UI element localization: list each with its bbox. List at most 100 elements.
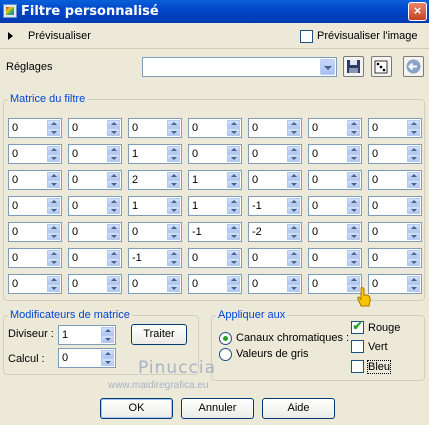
- matrix-cell-spinner[interactable]: 1: [188, 170, 242, 190]
- matrix-cell-spinner[interactable]: 0: [188, 274, 242, 294]
- matrix-cell-spinner[interactable]: 0: [308, 274, 362, 294]
- spin-up-icon[interactable]: [347, 198, 360, 206]
- matrix-cell-spinner[interactable]: 1: [188, 196, 242, 216]
- spin-up-icon[interactable]: [227, 198, 240, 206]
- spin-up-icon[interactable]: [287, 224, 300, 232]
- matrix-cell-spinner[interactable]: 0: [368, 118, 422, 138]
- matrix-cell-spinner[interactable]: 0: [8, 196, 62, 216]
- spin-down-icon[interactable]: [167, 206, 180, 214]
- spin-up-icon[interactable]: [407, 198, 420, 206]
- spin-down-icon[interactable]: [167, 284, 180, 292]
- spin-down-icon[interactable]: [407, 180, 420, 188]
- spin-down-icon[interactable]: [107, 284, 120, 292]
- matrix-cell-spinner[interactable]: 0: [8, 118, 62, 138]
- matrix-cell-spinner[interactable]: 0: [368, 144, 422, 164]
- spin-down-icon[interactable]: [227, 154, 240, 162]
- spin-up-icon[interactable]: [407, 276, 420, 284]
- spin-down-icon[interactable]: [347, 180, 360, 188]
- spin-up-icon[interactable]: [287, 172, 300, 180]
- presets-combo[interactable]: [142, 57, 337, 77]
- spin-up-icon[interactable]: [347, 276, 360, 284]
- matrix-cell-spinner[interactable]: 0: [248, 248, 302, 268]
- spin-up-icon[interactable]: [227, 146, 240, 154]
- spin-down-icon[interactable]: [167, 232, 180, 240]
- spin-down-icon[interactable]: [287, 206, 300, 214]
- spin-down-icon[interactable]: [407, 232, 420, 240]
- spin-down-icon[interactable]: [227, 128, 240, 136]
- spin-up-icon[interactable]: [227, 172, 240, 180]
- spin-up-icon[interactable]: [167, 146, 180, 154]
- presets-dropdown-button[interactable]: [320, 59, 335, 75]
- spin-down-icon[interactable]: [47, 284, 60, 292]
- spin-up-icon[interactable]: [347, 224, 360, 232]
- spin-down-icon[interactable]: [227, 180, 240, 188]
- matrix-cell-spinner[interactable]: 0: [68, 222, 122, 242]
- matrix-cell-spinner[interactable]: 0: [188, 144, 242, 164]
- spin-down-icon[interactable]: [287, 284, 300, 292]
- matrix-cell-spinner[interactable]: 0: [68, 196, 122, 216]
- spin-down-icon[interactable]: [347, 206, 360, 214]
- spin-up-icon[interactable]: [287, 250, 300, 258]
- spin-up-icon[interactable]: [227, 250, 240, 258]
- matrix-cell-spinner[interactable]: 0: [8, 170, 62, 190]
- spin-down-icon[interactable]: [167, 128, 180, 136]
- matrix-cell-spinner[interactable]: 0: [68, 248, 122, 268]
- matrix-cell-spinner[interactable]: 0: [248, 274, 302, 294]
- spin-up-icon[interactable]: [347, 250, 360, 258]
- spin-up-icon[interactable]: [47, 250, 60, 258]
- spin-up-icon[interactable]: [167, 198, 180, 206]
- matrix-cell-spinner[interactable]: 0: [308, 196, 362, 216]
- spin-down-icon[interactable]: [287, 154, 300, 162]
- spin-down-icon[interactable]: [107, 206, 120, 214]
- spin-down-icon[interactable]: [347, 128, 360, 136]
- spin-up-icon[interactable]: [47, 172, 60, 180]
- channels-label[interactable]: Canaux chromatiques :: [236, 332, 349, 344]
- matrix-cell-spinner[interactable]: 0: [308, 170, 362, 190]
- spin-down-icon[interactable]: [107, 180, 120, 188]
- spin-down-icon[interactable]: [47, 232, 60, 240]
- matrix-cell-spinner[interactable]: 1: [128, 196, 182, 216]
- spin-up-icon[interactable]: [47, 224, 60, 232]
- spin-up-icon[interactable]: [347, 120, 360, 128]
- spin-up-icon[interactable]: [167, 276, 180, 284]
- matrix-cell-spinner[interactable]: 0: [308, 118, 362, 138]
- green-checkbox[interactable]: [351, 340, 364, 353]
- spin-up-icon[interactable]: [101, 327, 114, 335]
- matrix-cell-spinner[interactable]: 0: [8, 274, 62, 294]
- blue-checkbox[interactable]: [351, 360, 364, 373]
- matrix-cell-spinner[interactable]: -2: [248, 222, 302, 242]
- spin-down-icon[interactable]: [167, 154, 180, 162]
- matrix-cell-spinner[interactable]: 0: [128, 222, 182, 242]
- preview-image-label[interactable]: Prévisualiser l'image: [317, 30, 418, 42]
- matrix-cell-spinner[interactable]: 0: [308, 144, 362, 164]
- matrix-cell-spinner[interactable]: 0: [8, 222, 62, 242]
- matrix-cell-spinner[interactable]: 0: [368, 222, 422, 242]
- spin-up-icon[interactable]: [47, 120, 60, 128]
- matrix-cell-spinner[interactable]: 0: [248, 170, 302, 190]
- spin-down-icon[interactable]: [47, 206, 60, 214]
- spin-down-icon[interactable]: [227, 232, 240, 240]
- spin-down-icon[interactable]: [227, 206, 240, 214]
- grayscale-radio[interactable]: [219, 348, 232, 361]
- reset-preset-button[interactable]: [403, 56, 424, 77]
- matrix-cell-spinner[interactable]: 0: [188, 118, 242, 138]
- cancel-button[interactable]: Annuler: [181, 398, 254, 419]
- red-label[interactable]: Rouge: [368, 322, 400, 334]
- matrix-cell-spinner[interactable]: 0: [248, 118, 302, 138]
- matrix-cell-spinner[interactable]: 0: [8, 144, 62, 164]
- spin-up-icon[interactable]: [287, 120, 300, 128]
- matrix-cell-spinner[interactable]: 0: [8, 248, 62, 268]
- spin-up-icon[interactable]: [47, 198, 60, 206]
- spin-up-icon[interactable]: [347, 172, 360, 180]
- spin-down-icon[interactable]: [107, 258, 120, 266]
- spin-down-icon[interactable]: [47, 258, 60, 266]
- spin-up-icon[interactable]: [107, 224, 120, 232]
- spin-down-icon[interactable]: [287, 232, 300, 240]
- matrix-cell-spinner[interactable]: 0: [68, 170, 122, 190]
- spin-down-icon[interactable]: [167, 180, 180, 188]
- spin-up-icon[interactable]: [167, 250, 180, 258]
- process-button[interactable]: Traiter: [131, 324, 187, 345]
- matrix-cell-spinner[interactable]: -1: [188, 222, 242, 242]
- spin-down-icon[interactable]: [227, 258, 240, 266]
- expand-triangle-icon[interactable]: [8, 32, 13, 40]
